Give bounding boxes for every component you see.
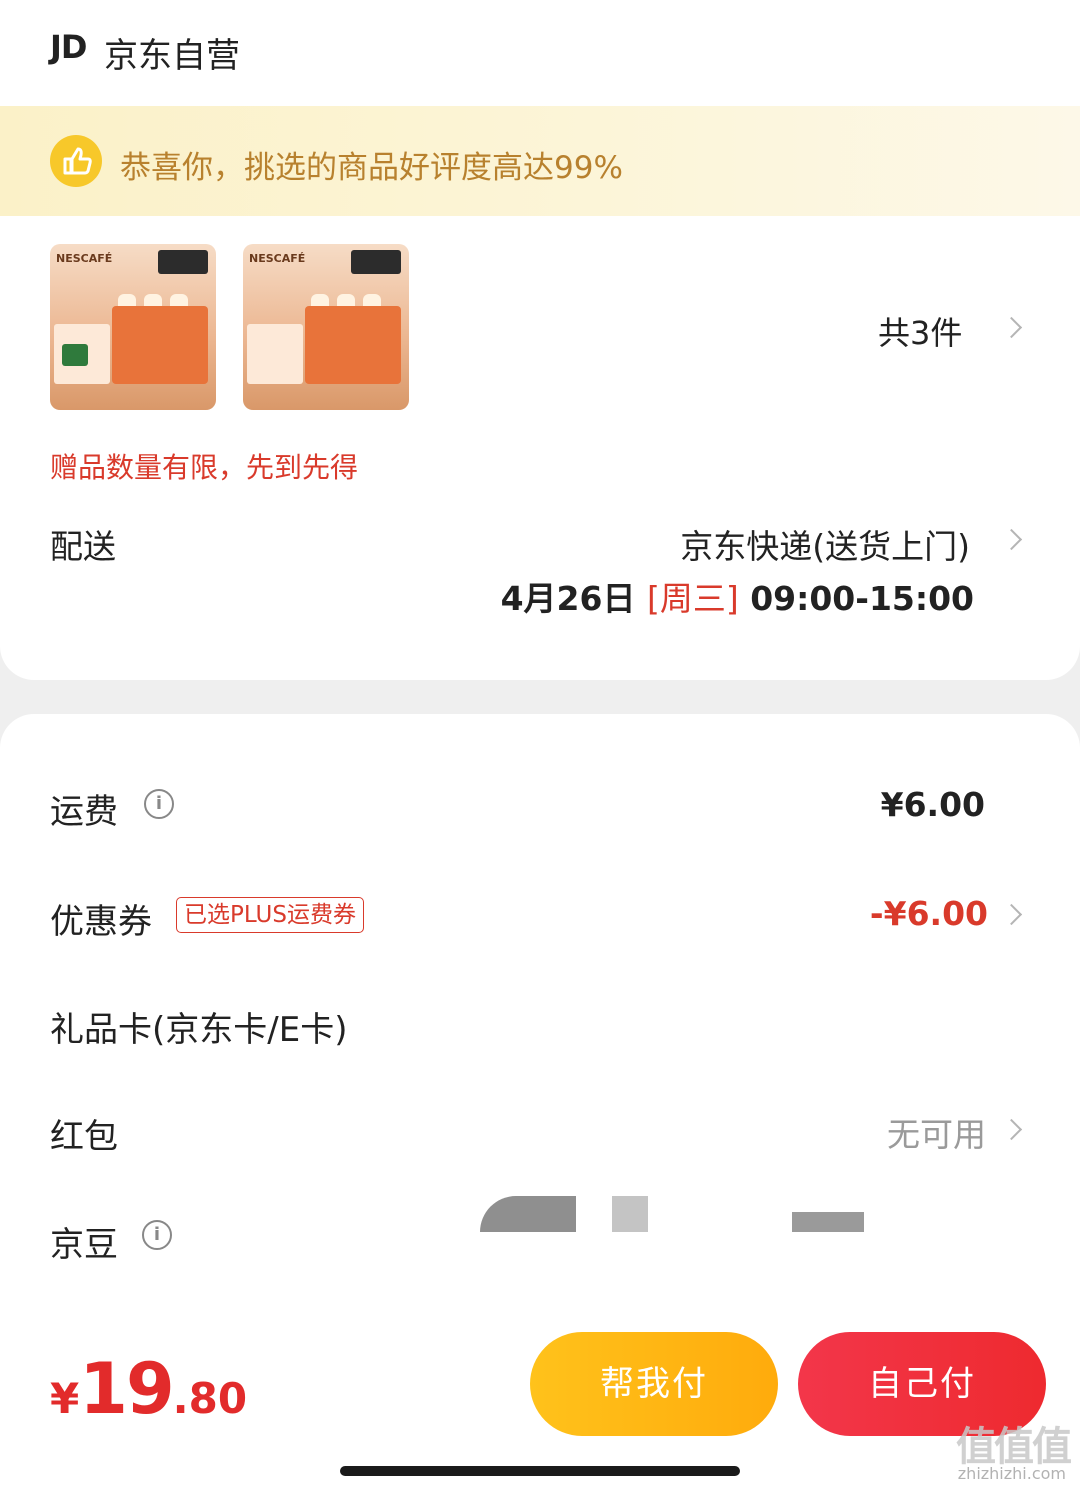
gift-card-label[interactable]: 礼品卡(京东卡/E卡) bbox=[50, 1002, 347, 1051]
shipping-method[interactable]: 京东快递(送货上门) bbox=[680, 520, 970, 568]
product-bag bbox=[62, 344, 88, 366]
freight-label: 运费 bbox=[50, 792, 118, 832]
redacted-block bbox=[612, 1196, 648, 1232]
chevron-right-icon[interactable] bbox=[1000, 528, 1023, 551]
order-card: JD 京东自营 恭喜你，挑选的商品好评度高达99% NESCAFÉ NESCAF… bbox=[0, 0, 1080, 680]
coupon-value[interactable]: -¥6.00 bbox=[870, 894, 988, 933]
thumbs-up-icon bbox=[50, 135, 102, 187]
product-thumbnail[interactable]: NESCAFÉ bbox=[50, 244, 216, 410]
total-currency: ¥ bbox=[50, 1374, 80, 1423]
banner-text: 恭喜你，挑选的商品好评度高达99% bbox=[120, 150, 623, 186]
coupon-label: 优惠券 bbox=[50, 902, 152, 942]
item-count[interactable]: 共3件 bbox=[878, 308, 962, 354]
product-brand: NESCAFÉ bbox=[56, 252, 113, 265]
jd-beans-label: 京豆 bbox=[50, 1225, 118, 1265]
product-brand: NESCAFÉ bbox=[249, 252, 306, 265]
product-box bbox=[305, 306, 401, 384]
home-indicator[interactable] bbox=[340, 1466, 740, 1476]
total-integer: 19 bbox=[79, 1348, 174, 1430]
product-label bbox=[247, 324, 303, 384]
chevron-right-icon[interactable] bbox=[1000, 316, 1023, 339]
gift-note: 赠品数量有限，先到先得 bbox=[50, 451, 359, 484]
delivery-date: 4月26日 bbox=[500, 579, 636, 618]
product-box bbox=[112, 306, 208, 384]
delivery-time[interactable]: 4月26日 [周三] 09:00-15:00 bbox=[501, 572, 974, 620]
product-slogan-graphic bbox=[158, 250, 208, 274]
help-pay-button[interactable]: 帮我付 bbox=[530, 1332, 778, 1436]
total-decimal: .80 bbox=[172, 1374, 248, 1423]
info-icon[interactable]: i bbox=[144, 789, 174, 819]
info-icon[interactable]: i bbox=[142, 1220, 172, 1250]
jd-logo: JD bbox=[50, 28, 87, 66]
order-total: ¥19.80 bbox=[50, 1348, 247, 1430]
shipping-label: 配送 bbox=[50, 527, 116, 566]
delivery-window: 09:00-15:00 bbox=[750, 579, 974, 618]
red-packet-label: 红包 bbox=[50, 1117, 118, 1157]
delivery-weekday: [周三] bbox=[646, 579, 739, 618]
redacted-block bbox=[792, 1212, 864, 1232]
shop-name[interactable]: 京东自营 bbox=[104, 28, 240, 77]
freight-value: ¥6.00 bbox=[880, 785, 985, 824]
coupon-tag: 已选PLUS运费券 bbox=[176, 897, 364, 933]
product-thumbnail[interactable]: NESCAFÉ bbox=[243, 244, 409, 410]
product-slogan-graphic bbox=[351, 250, 401, 274]
red-packet-value[interactable]: 无可用 bbox=[887, 1108, 986, 1156]
watermark-site: zhizhizhi.com bbox=[957, 1464, 1066, 1483]
rating-banner: 恭喜你，挑选的商品好评度高达99% bbox=[0, 106, 1080, 216]
